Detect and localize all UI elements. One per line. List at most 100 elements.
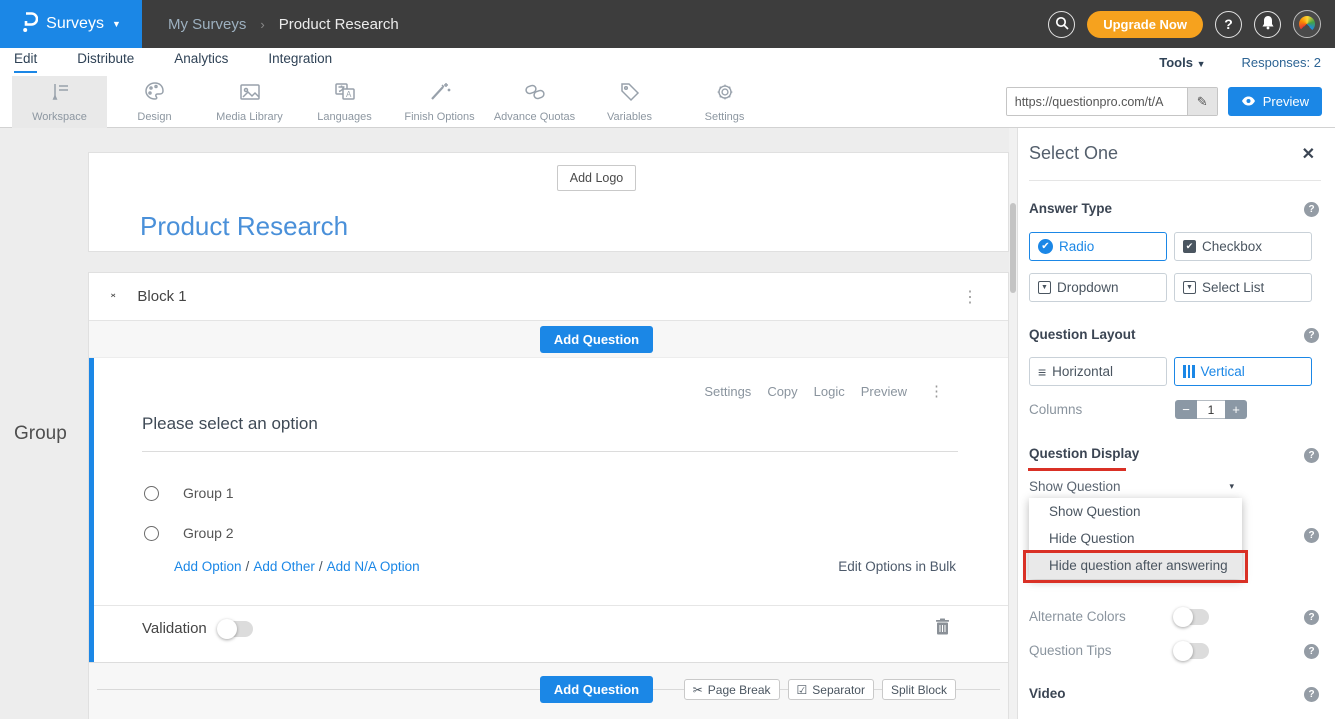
toolbar-item-settings[interactable]: Settings [677, 76, 772, 128]
toolbar-right: ✎ Preview [1006, 87, 1335, 116]
answer-type-label: Checkbox [1202, 239, 1262, 254]
preview-button[interactable]: Preview [1228, 87, 1322, 116]
answer-type-checkbox-button[interactable]: ✔ Checkbox [1174, 232, 1312, 261]
answer-type-label: Dropdown [1057, 280, 1119, 295]
page-break-button[interactable]: ✂ Page Break [684, 679, 780, 700]
toolbar-item-languages[interactable]: A Languages [297, 76, 392, 128]
columns-decrement-button[interactable]: − [1175, 400, 1197, 419]
validation-label: Validation [142, 620, 207, 637]
question-menu-icon[interactable]: ⋮ [929, 382, 944, 400]
add-na-option-link[interactable]: Add N/A Option [327, 559, 420, 574]
design-icon [143, 81, 167, 108]
menu-item-hide-question[interactable]: Hide Question [1029, 525, 1242, 552]
answer-type-label: Select List [1202, 280, 1264, 295]
collapse-block-icon[interactable]: ⌄⌃ [109, 291, 117, 303]
questionpro-survey-editor: Surveys ▼ My Surveys › Product Research … [0, 0, 1335, 719]
delete-question-icon[interactable] [935, 618, 950, 640]
question-copy-link[interactable]: Copy [767, 384, 797, 399]
separator-button[interactable]: ☑Separator [788, 679, 874, 700]
toolbar-item-label: Advance Quotas [494, 111, 575, 123]
breadcrumb-my-surveys[interactable]: My Surveys [168, 16, 246, 33]
hidden-setting-help-icon[interactable]: ? [1304, 528, 1319, 543]
layout-horizontal-button[interactable]: ≡ Horizontal [1029, 357, 1167, 386]
vertical-bars-icon [1183, 365, 1195, 378]
columns-value[interactable]: 1 [1197, 400, 1225, 419]
toolbar-item-workspace[interactable]: Workspace [12, 76, 107, 128]
breadcrumb: My Surveys › Product Research [168, 16, 399, 33]
scissors-icon: ✂ [693, 683, 703, 697]
toolbar-item-advance-quotas[interactable]: Advance Quotas [487, 76, 582, 128]
question-logic-link[interactable]: Logic [814, 384, 845, 399]
responses-count[interactable]: Responses: 2 [1242, 55, 1322, 70]
toolbar-item-design[interactable]: Design [107, 76, 202, 128]
add-other-link[interactable]: Add Other [253, 559, 315, 574]
layout-label: Horizontal [1052, 364, 1113, 379]
app-menu-label: Surveys [46, 15, 104, 33]
question-title[interactable]: Please select an option [142, 414, 318, 434]
question-tips-toggle[interactable] [1175, 643, 1209, 659]
option-label[interactable]: Group 1 [183, 485, 234, 501]
add-question-button-bottom[interactable]: Add Question [540, 676, 653, 703]
block-menu-icon[interactable]: ⋮ [962, 287, 978, 307]
survey-url-input[interactable] [1007, 88, 1187, 115]
question-preview-link[interactable]: Preview [861, 384, 907, 399]
help-button[interactable]: ? [1215, 11, 1242, 38]
answer-type-help-icon[interactable]: ? [1304, 202, 1319, 217]
edit-options-bulk-link[interactable]: Edit Options in Bulk [838, 559, 956, 574]
link-separator: / [246, 559, 250, 574]
account-avatar[interactable] [1293, 10, 1321, 38]
question-settings-link[interactable]: Settings [704, 384, 751, 399]
survey-title[interactable]: Product Research [140, 211, 348, 242]
notifications-button[interactable] [1254, 11, 1281, 38]
question-display-help-icon[interactable]: ? [1304, 448, 1319, 463]
chevron-down-icon: ▼ [1197, 59, 1206, 69]
radio-option-icon[interactable] [144, 526, 159, 541]
edit-url-button[interactable]: ✎ [1187, 88, 1217, 115]
topbar-actions: Upgrade Now ? [1048, 10, 1335, 38]
toolbar-item-label: Media Library [216, 111, 283, 123]
question-layout-help-icon[interactable]: ? [1304, 328, 1319, 343]
page-break-label: Page Break [708, 683, 771, 697]
layout-vertical-button[interactable]: Vertical [1174, 357, 1312, 386]
question-layout-heading: Question Layout [1029, 327, 1136, 342]
video-help-icon[interactable]: ? [1304, 687, 1319, 702]
alternate-colors-toggle[interactable] [1175, 609, 1209, 625]
tab-integration[interactable]: Integration [268, 51, 332, 73]
questionpro-logo-icon [21, 11, 38, 38]
split-block-button[interactable]: Split Block [882, 679, 956, 700]
tools-menu[interactable]: Tools ▼ [1159, 55, 1205, 70]
search-button[interactable] [1048, 11, 1075, 38]
add-option-link[interactable]: Add Option [174, 559, 242, 574]
tab-analytics[interactable]: Analytics [174, 51, 228, 73]
answer-type-dropdown-button[interactable]: ▼ Dropdown [1029, 273, 1167, 302]
upgrade-now-button[interactable]: Upgrade Now [1087, 11, 1203, 38]
toolbar-item-finish-options[interactable]: Finish Options [392, 76, 487, 128]
radio-option-icon[interactable] [144, 486, 159, 501]
surveys-app-menu[interactable]: Surveys ▼ [0, 0, 142, 48]
question-display-select[interactable]: Show Question ▾ [1029, 476, 1242, 496]
panel-title: Select One [1029, 143, 1118, 164]
close-panel-icon[interactable]: ✕ [1302, 144, 1315, 164]
tab-edit[interactable]: Edit [14, 51, 37, 73]
toolbar-item-variables[interactable]: Variables [582, 76, 677, 128]
validation-toggle[interactable] [219, 621, 253, 637]
block-title[interactable]: Block 1 [137, 288, 186, 305]
question-display-menu: Show Question Hide Question Hide questio… [1029, 498, 1242, 579]
menu-item-show-question[interactable]: Show Question [1029, 498, 1242, 525]
toolbar-item-media-library[interactable]: Media Library [202, 76, 297, 128]
answer-type-radio-button[interactable]: ✔ Radio [1029, 232, 1167, 261]
toolbar-item-label: Finish Options [404, 111, 474, 123]
video-heading: Video [1029, 686, 1066, 701]
canvas-scrollbar-thumb[interactable] [1010, 203, 1016, 293]
tab-distribute[interactable]: Distribute [77, 51, 134, 73]
add-question-button-top[interactable]: Add Question [540, 326, 653, 353]
answer-type-select-list-button[interactable]: ▼ Select List [1174, 273, 1312, 302]
question-tips-help-icon[interactable]: ? [1304, 644, 1319, 659]
check-circle-icon: ✔ [1038, 239, 1053, 254]
columns-increment-button[interactable]: + [1225, 400, 1247, 419]
option-label[interactable]: Group 2 [183, 525, 234, 541]
canvas-scrollbar-track[interactable] [1009, 128, 1017, 719]
alternate-colors-help-icon[interactable]: ? [1304, 610, 1319, 625]
add-logo-button[interactable]: Add Logo [557, 165, 637, 191]
menu-item-hide-after-answering[interactable]: Hide question after answering [1029, 552, 1242, 579]
